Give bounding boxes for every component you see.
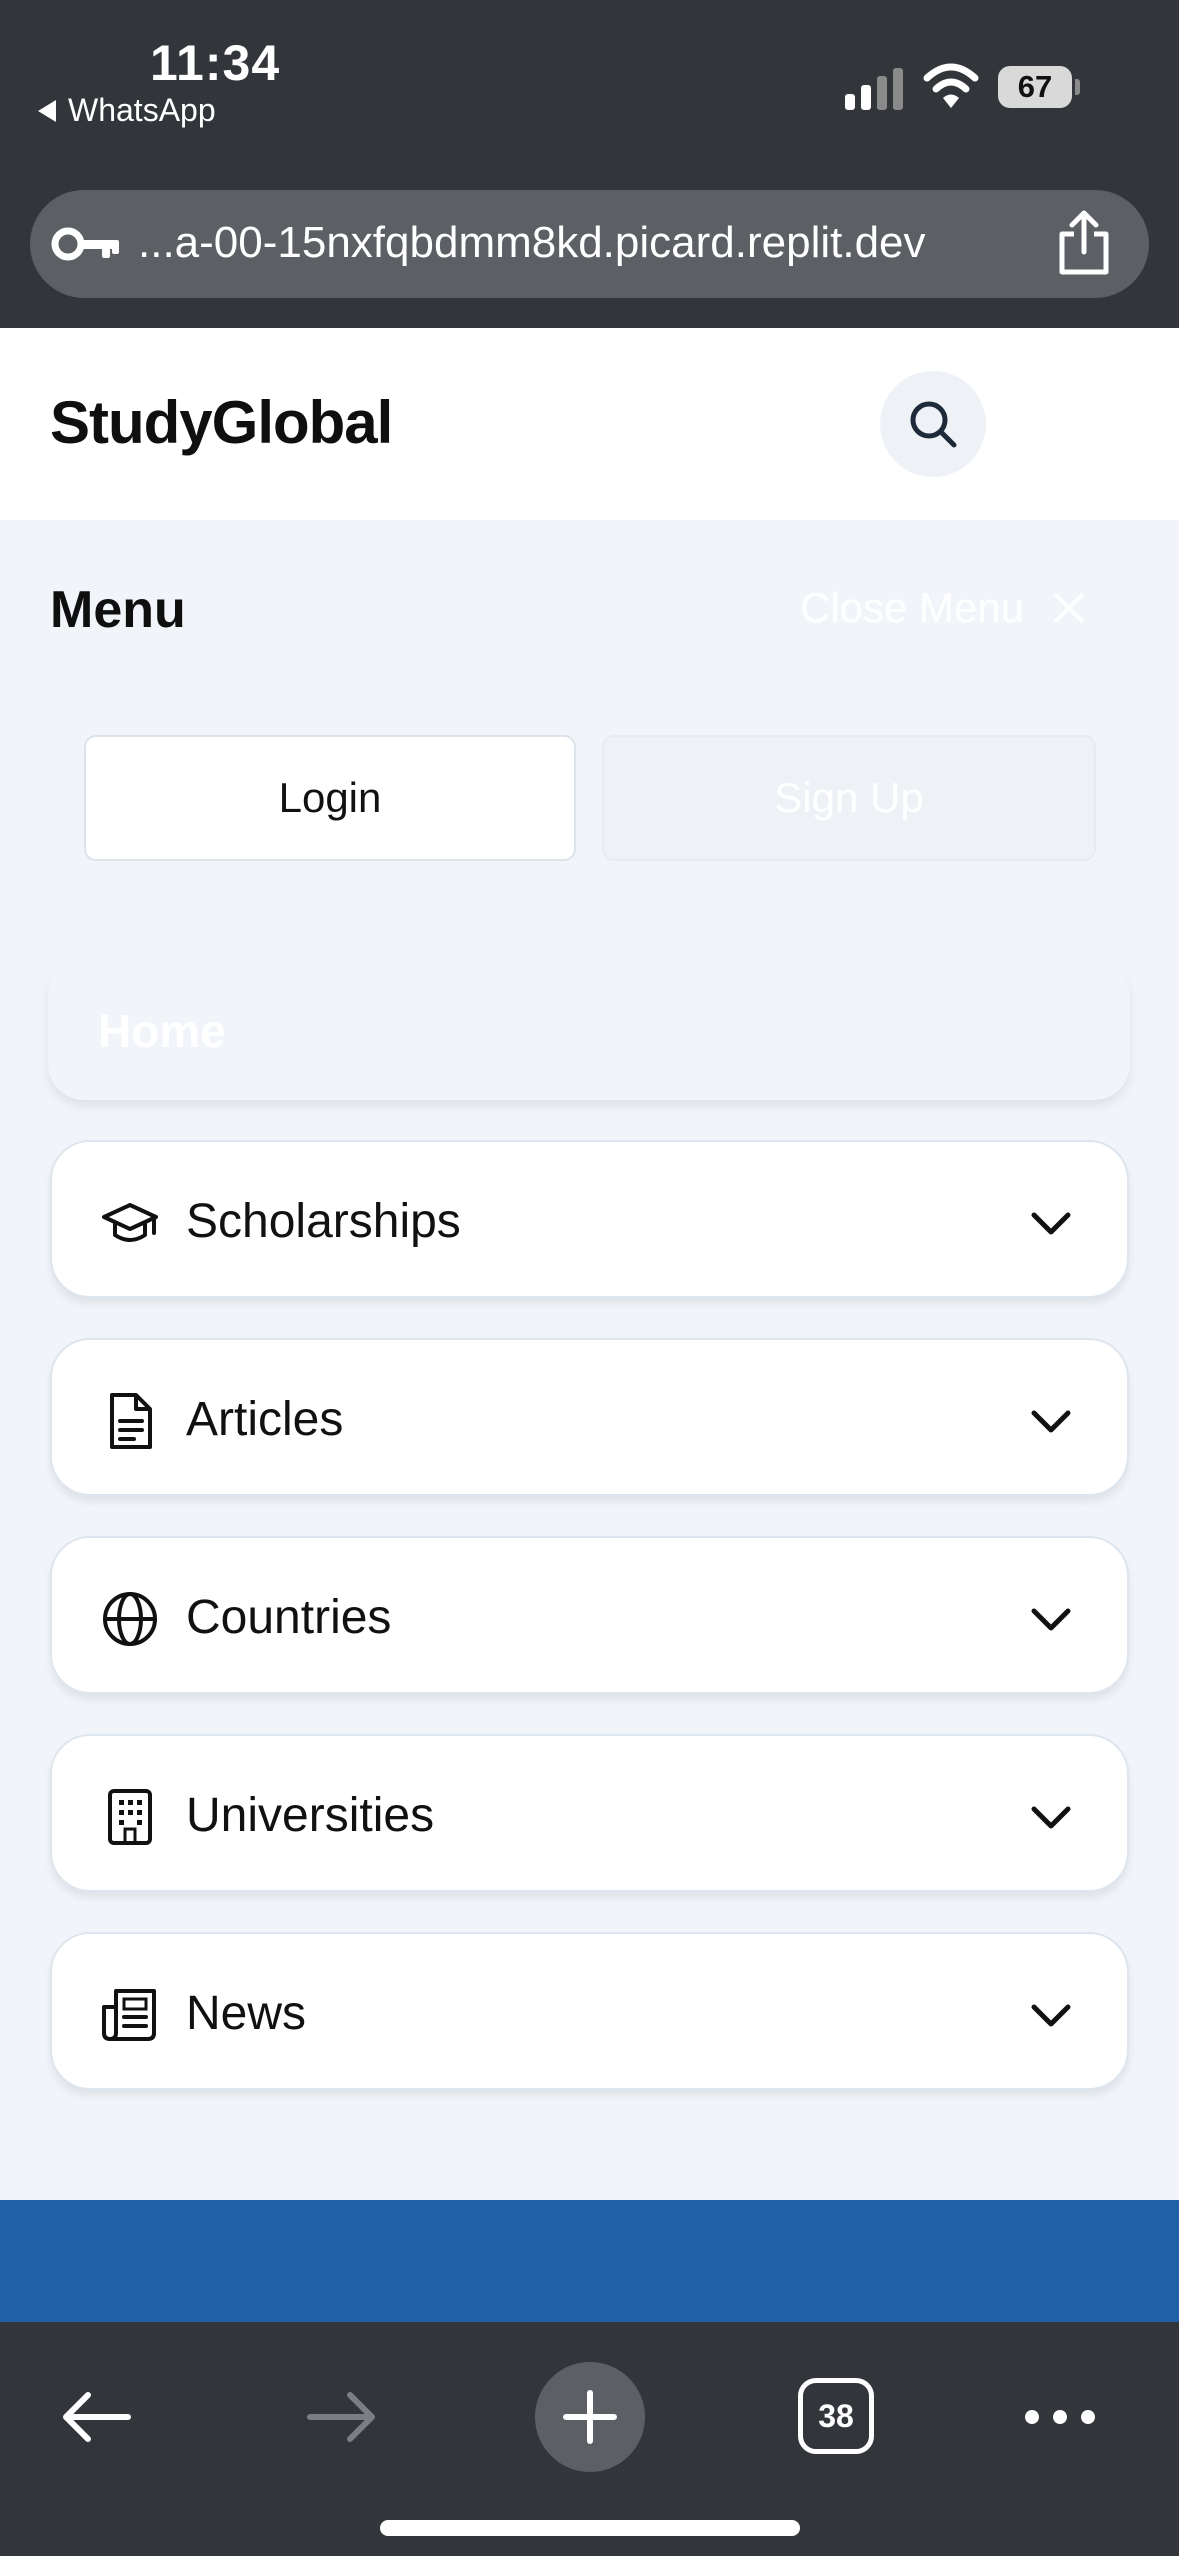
address-bar[interactable]: ...a-00-15nxfqbdmm8kd.picard.replit.dev [30, 190, 1149, 298]
menu-title: Menu [50, 581, 186, 639]
browser-toolbar: 38 [0, 2322, 1179, 2556]
cellular-signal-icon [845, 68, 903, 110]
status-time: 11:34 [150, 35, 281, 91]
menu-item-countries[interactable]: Countries [50, 1536, 1129, 1694]
battery-icon: 67 [998, 66, 1080, 108]
share-icon[interactable] [1052, 210, 1116, 276]
app-header: StudyGlobal [0, 328, 1179, 520]
chevron-down-icon[interactable] [1028, 1398, 1074, 1444]
url-text[interactable]: ...a-00-15nxfqbdmm8kd.picard.replit.dev [138, 218, 926, 268]
chevron-down-icon[interactable] [1028, 1992, 1074, 2038]
back-to-app-link[interactable]: WhatsApp [38, 92, 216, 129]
search-button[interactable] [880, 371, 986, 477]
close-menu-button[interactable]: Close Menu [800, 584, 1086, 632]
chevron-down-icon[interactable] [1028, 1596, 1074, 1642]
key-icon [51, 227, 119, 261]
back-arrow-icon[interactable] [56, 2382, 136, 2452]
tab-switcher-button[interactable]: 38 [798, 2378, 874, 2454]
building-icon [108, 1789, 152, 1845]
graduation-cap-icon [102, 1203, 158, 1242]
more-options-icon[interactable] [1022, 2402, 1098, 2432]
menu-item-label: Articles [186, 1393, 344, 1446]
close-icon [1054, 593, 1085, 623]
close-menu-label: Close Menu [800, 584, 1025, 631]
menu-item-news[interactable]: News [50, 1932, 1129, 2090]
brand-logo-text[interactable]: StudyGlobal [50, 388, 393, 457]
newspaper-icon [102, 1989, 156, 2041]
menu-item-label: Scholarships [186, 1195, 461, 1248]
menu-item-scholarships[interactable]: Scholarships [50, 1140, 1129, 1298]
hero-banner-edge [0, 2200, 1179, 2322]
menu-item-articles[interactable]: Articles [50, 1338, 1129, 1496]
chevron-down-icon[interactable] [1028, 1200, 1074, 1246]
new-tab-button[interactable] [535, 2362, 645, 2472]
back-triangle-icon [38, 99, 56, 122]
forward-arrow-icon[interactable] [302, 2382, 382, 2452]
document-icon [110, 1393, 152, 1449]
menu-item-label: News [186, 1987, 307, 2040]
battery-level: 67 [998, 66, 1072, 108]
menu-item-label: Countries [186, 1591, 392, 1644]
search-icon [910, 401, 957, 448]
menu-item-home-label: Home [98, 1005, 226, 1057]
signup-button[interactable]: Sign Up [602, 735, 1096, 861]
mobile-menu-panel: Menu Close Menu Login Sign Up Home Schol… [0, 520, 1179, 2200]
globe-icon [103, 1592, 157, 1646]
plus-icon [563, 2390, 617, 2444]
back-app-label: WhatsApp [68, 92, 216, 128]
wifi-icon [923, 63, 979, 108]
chevron-down-icon[interactable] [1028, 1794, 1074, 1840]
status-bar: 11:34 WhatsApp 67 [0, 0, 1179, 170]
login-button[interactable]: Login [84, 735, 576, 861]
menu-item-home[interactable]: Home [48, 960, 1130, 1100]
auth-buttons: Login Sign Up [84, 735, 1096, 861]
home-indicator[interactable] [380, 2520, 800, 2536]
browser-url-band: ...a-00-15nxfqbdmm8kd.picard.replit.dev [0, 170, 1179, 328]
menu-item-label: Universities [186, 1789, 435, 1842]
menu-item-universities[interactable]: Universities [50, 1734, 1129, 1892]
